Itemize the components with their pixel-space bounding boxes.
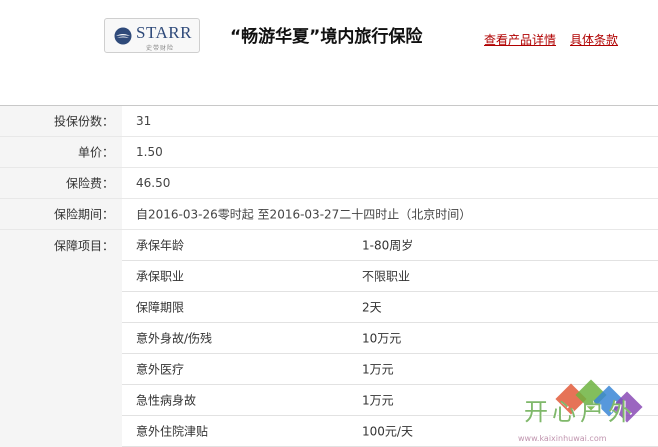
coverage-row: 意外医疗 1万元	[122, 354, 658, 385]
site-watermark: 开心户外 www.kaixinhuwai.com	[514, 379, 658, 447]
premium-label: 保险费：	[65, 176, 114, 191]
price-value: 1.50	[136, 145, 163, 159]
coverage-item-name: 承保职业	[136, 269, 185, 284]
starr-emblem-icon	[114, 27, 132, 45]
coverage-item-value: 不限职业	[362, 269, 411, 284]
logo-brand: STARR	[136, 23, 192, 42]
coverage-item-value: 2天	[362, 300, 382, 315]
copies-label: 投保份数：	[53, 114, 114, 129]
coverage-item-name: 意外身故/伤残	[136, 331, 213, 346]
coverage-item-value: 10万元	[362, 331, 402, 346]
copies-value: 31	[136, 114, 152, 128]
copies-row: 投保份数： 31	[0, 106, 658, 137]
coverage-item-name: 保障期限	[136, 300, 185, 315]
terms-link[interactable]: 具体条款	[570, 31, 618, 48]
coverage-item-name: 意外医疗	[136, 362, 185, 377]
coverage-item-value: 1-80周岁	[362, 238, 414, 253]
watermark-url: www.kaixinhuwai.com	[518, 434, 607, 443]
page-header: STARR 史带财险 “畅游华夏”境内旅行保险 查看产品详情 具体条款	[0, 0, 658, 106]
coverage-row: 承保职业 不限职业	[122, 261, 658, 292]
coverage-row: 意外身故/伤残 10万元	[122, 323, 658, 354]
coverage-item-name: 急性病身故	[136, 393, 197, 408]
premium-value: 46.50	[136, 176, 171, 190]
coverage-item-value: 1万元	[362, 393, 394, 408]
logo-subtitle: 史带财险	[146, 45, 175, 52]
period-value: 自2016-03-26零时起 至2016-03-27二十四时止（北京时间）	[136, 207, 472, 222]
view-product-details-link[interactable]: 查看产品详情	[484, 31, 556, 48]
price-row: 单价： 1.50	[0, 137, 658, 168]
watermark-text: 开心户外	[524, 398, 636, 426]
coverage-label-cell: 保障项目：	[0, 230, 122, 447]
coverage-item-value: 100元/天	[362, 424, 413, 439]
price-label: 单价：	[77, 145, 114, 160]
coverage-item-value: 1万元	[362, 362, 394, 377]
starr-logo[interactable]: STARR 史带财险	[104, 18, 200, 53]
coverage-item-name: 承保年龄	[136, 238, 185, 253]
period-label: 保险期间：	[53, 207, 114, 222]
product-title: “畅游华夏”境内旅行保险	[230, 27, 423, 47]
coverage-item-name: 意外住院津贴	[136, 424, 209, 439]
coverage-row: 保障期限 2天	[122, 292, 658, 323]
premium-row: 保险费： 46.50	[0, 168, 658, 199]
period-row: 保险期间： 自2016-03-26零时起 至2016-03-27二十四时止（北京…	[0, 199, 658, 230]
coverage-row: 承保年龄 1-80周岁	[122, 230, 658, 261]
coverage-label: 保障项目：	[53, 239, 114, 253]
